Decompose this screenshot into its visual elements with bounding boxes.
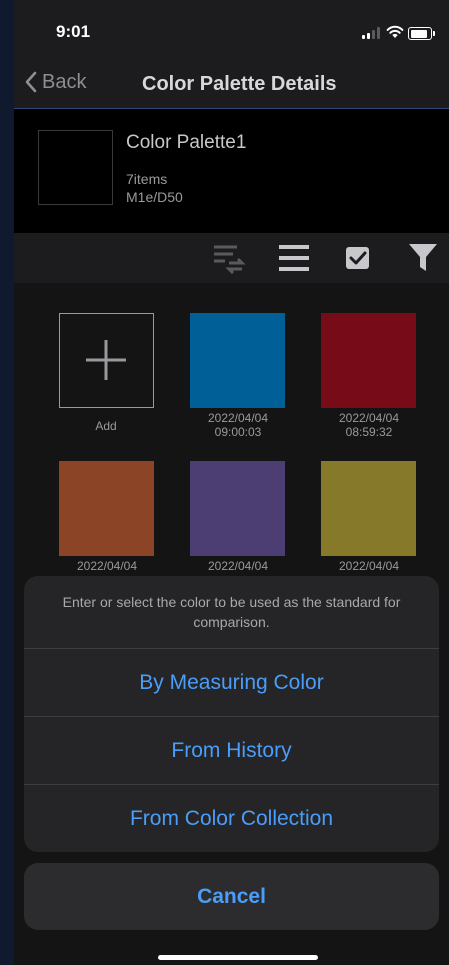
swatch-timestamp: 2022/04/04 08:59:32 <box>314 411 424 439</box>
add-label: Add <box>95 419 117 433</box>
palette-measure-condition: M1e/D50 <box>126 189 183 205</box>
swatch-timestamp: 2022/04/04 <box>314 559 424 573</box>
page-title: Color Palette Details <box>142 73 337 95</box>
swatch-date: 2022/04/04 <box>338 559 400 573</box>
from-history-button[interactable]: From History <box>24 716 439 785</box>
swatch-date: 2022/04/04 <box>76 559 138 573</box>
swatch-time: 09:00:03 <box>214 425 262 439</box>
swatch-date: 2022/04/04 <box>338 411 400 425</box>
color-swatch-0[interactable] <box>190 313 285 408</box>
action-sheet: Enter or select the color to be used as … <box>24 576 439 852</box>
status-time: 9:01 <box>56 22 91 41</box>
swatch-timestamp: 2022/04/04 <box>183 559 293 573</box>
list-icon[interactable] <box>279 242 309 274</box>
swatch-time: 08:59:32 <box>345 425 393 439</box>
battery-tip <box>433 31 435 36</box>
cancel-button[interactable]: Cancel <box>24 863 439 930</box>
swatch-date: 2022/04/04 <box>207 411 269 425</box>
palette-preview-swatch <box>38 130 113 205</box>
action-sheet-message: Enter or select the color to be used as … <box>62 594 401 630</box>
swatch-timestamp: 2022/04/04 <box>52 559 162 573</box>
app-screen: 9:01 Back Color Palette Details Color Pa… <box>14 0 449 965</box>
status-bar: 9:01 <box>14 0 449 62</box>
palette-name: Color Palette1 <box>126 132 247 153</box>
color-swatch-3[interactable] <box>190 461 285 556</box>
checkbox-icon[interactable] <box>345 242 371 274</box>
back-label: Back <box>42 70 87 93</box>
chevron-left-icon <box>25 71 37 93</box>
color-swatch-2[interactable] <box>59 461 154 556</box>
nav-bar: Back Color Palette Details <box>14 62 449 109</box>
palette-item-count: 7items <box>126 171 168 187</box>
cellular-signal-icon <box>362 27 382 39</box>
plus-icon <box>86 340 126 380</box>
wifi-icon <box>386 25 404 38</box>
color-swatch-4[interactable] <box>321 461 416 556</box>
color-swatch-1[interactable] <box>321 313 416 408</box>
battery-icon <box>408 27 432 40</box>
add-color-button[interactable] <box>59 313 154 408</box>
swatch-date: 2022/04/04 <box>207 559 269 573</box>
swatch-timestamp: 2022/04/04 09:00:03 <box>183 411 293 439</box>
back-button[interactable]: Back <box>24 70 86 94</box>
sort-swap-icon[interactable] <box>211 242 247 276</box>
by-measuring-color-button[interactable]: By Measuring Color <box>24 648 439 717</box>
home-indicator <box>158 955 318 960</box>
palette-header: Color Palette1 7items M1e/D50 <box>14 109 449 233</box>
filter-icon[interactable] <box>408 242 438 274</box>
from-color-collection-button[interactable]: From Color Collection <box>24 784 439 852</box>
toolbar <box>14 233 449 283</box>
